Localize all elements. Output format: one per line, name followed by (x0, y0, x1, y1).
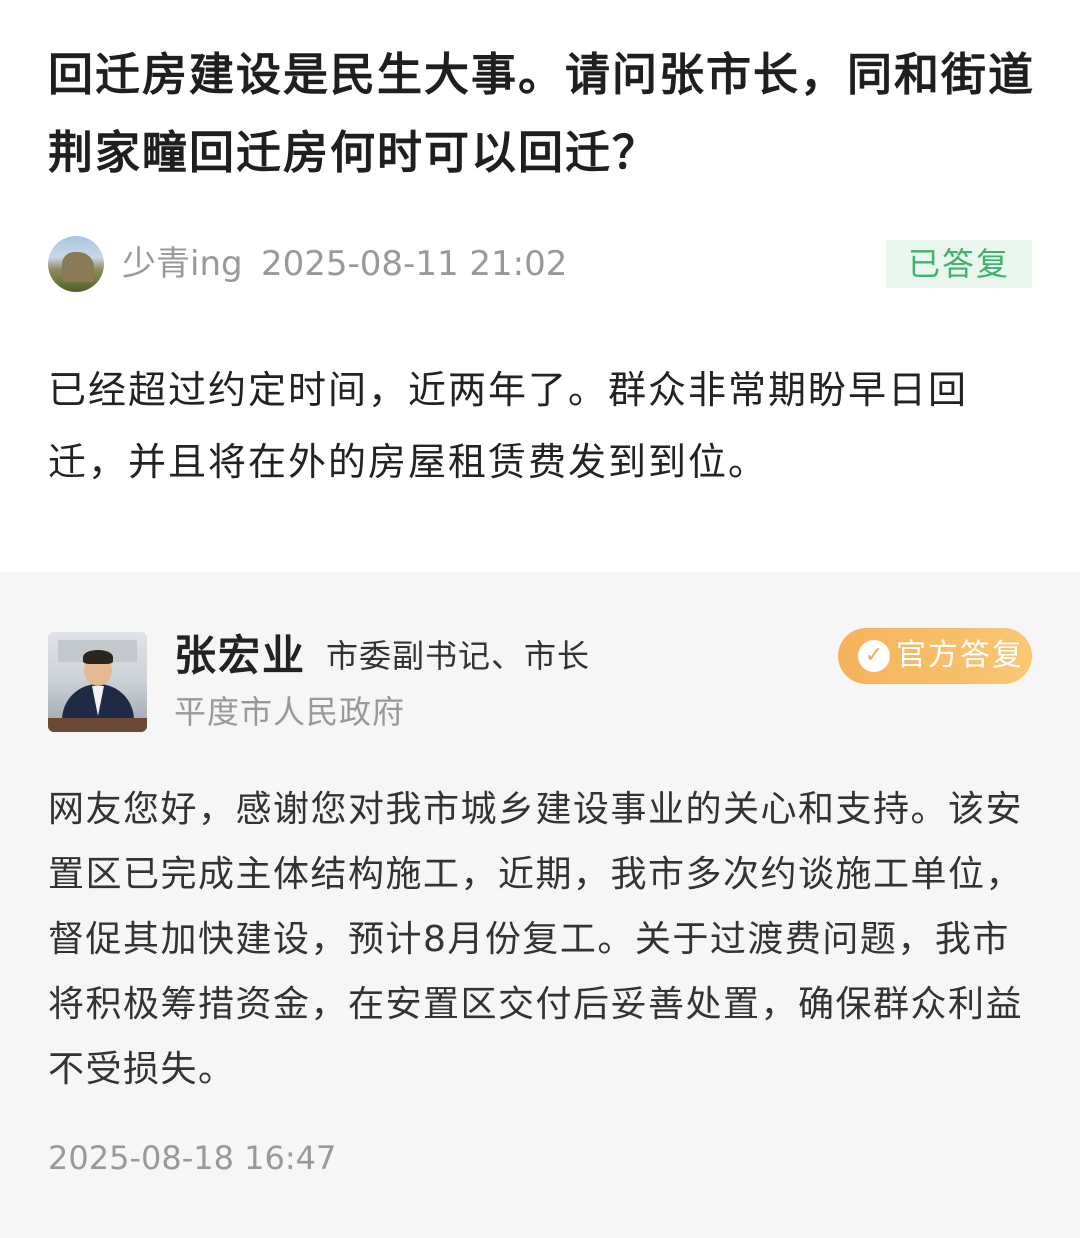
question-timestamp: 2025-08-11 21:02 (261, 244, 568, 284)
landscape-avatar-icon (62, 252, 94, 282)
answer-timestamp: 2025-08-18 16:47 (48, 1139, 337, 1177)
avatar-hair (83, 650, 113, 664)
verified-check-icon: ✓ (858, 640, 890, 672)
avatar-desk (48, 718, 147, 732)
official-organization: 平度市人民政府 (174, 693, 406, 731)
official-title: 市委副书记、市长 (326, 637, 591, 675)
question-card: 回迁房建设是民生大事。请问张市长，同和街道荆家疃回迁房何时可以回迁？ 少青ing… (0, 0, 1080, 572)
asker-info: 少青ing 2025-08-11 21:02 已答复 (48, 236, 1032, 292)
official-reply-badge: ✓ 官方答复 (838, 628, 1032, 684)
question-body: 已经超过约定时间，近两年了。群众非常期盼早日回迁，并且将在外的房屋租赁费发到到位… (48, 368, 969, 484)
answer-body: 网友您好，感谢您对我市城乡建设事业的关心和支持。该安置区已完成主体结构施工，近期… (48, 789, 1024, 1090)
question-title: 回迁房建设是民生大事。请问张市长，同和街道荆家疃回迁房何时可以回迁？ (48, 48, 1036, 179)
status-badge: 已答复 (886, 240, 1032, 288)
official-reply-label: 官方答复 (896, 638, 1024, 673)
official-avatar[interactable] (48, 632, 147, 732)
asker-name[interactable]: 少青ing (122, 244, 243, 284)
official-name[interactable]: 张宏业 (174, 630, 306, 682)
asker-avatar[interactable] (48, 236, 104, 292)
answer-card: 张宏业 市委副书记、市长 平度市人民政府 ✓ 官方答复 网友您好，感谢您对我市城… (0, 572, 1080, 1238)
